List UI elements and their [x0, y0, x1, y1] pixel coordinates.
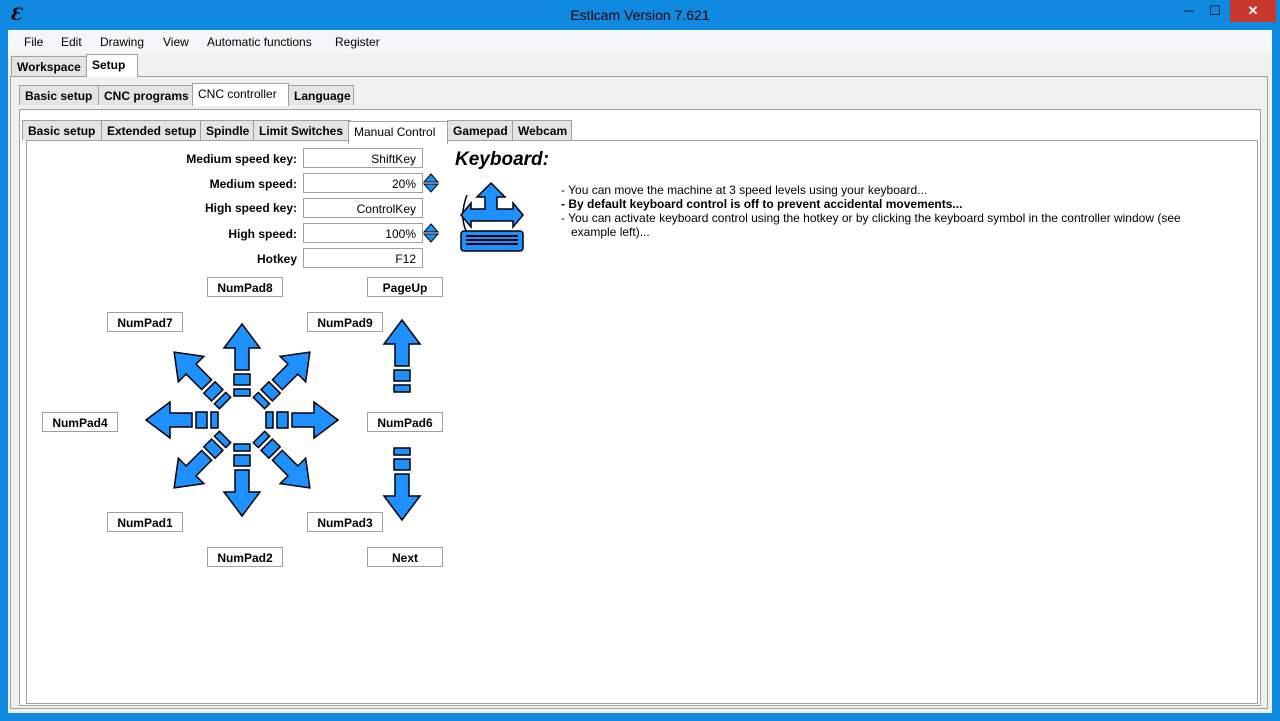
key-pageup[interactable]: PageUp: [367, 277, 443, 297]
key-numpad4[interactable]: NumPad4: [42, 412, 118, 432]
key-numpad8[interactable]: NumPad8: [207, 277, 283, 297]
arrow-z-up-icon[interactable]: [383, 319, 421, 393]
menu-edit[interactable]: Edit: [61, 35, 82, 49]
arrow-up-right-icon[interactable]: [245, 338, 324, 417]
tab-extended-setup[interactable]: Extended setup: [101, 120, 201, 140]
tab-limit-switches[interactable]: Limit Switches: [253, 120, 351, 140]
menu-register[interactable]: Register: [335, 35, 380, 49]
arrow-down-icon[interactable]: [223, 443, 261, 517]
key-numpad6[interactable]: NumPad6: [367, 412, 443, 432]
direction-arrows-diagram: [145, 319, 421, 521]
menu-file[interactable]: File: [24, 35, 43, 49]
tab-manual-control[interactable]: Manual Control: [348, 121, 448, 144]
title-bar[interactable]: Ɛ Estlcam Version 7.621 ─ ☐ ✕: [0, 0, 1280, 30]
tab-cnc-controller[interactable]: CNC controller: [192, 83, 289, 106]
manual-control-panel: Medium speed key: ShiftKey Medium speed:…: [26, 140, 1258, 704]
tab-language[interactable]: Language: [288, 85, 354, 105]
key-next[interactable]: Next: [367, 547, 443, 567]
menu-view[interactable]: View: [163, 35, 189, 49]
keyboard-info-line-2: - By default keyboard control is off to …: [561, 197, 963, 211]
maximize-button[interactable]: ☐: [1202, 0, 1228, 22]
keyboard-info-line-4: example left)...: [571, 225, 650, 239]
tab-gamepad[interactable]: Gamepad: [447, 120, 513, 140]
key-numpad2[interactable]: NumPad2: [207, 547, 283, 567]
key-numpad9[interactable]: NumPad9: [307, 312, 383, 332]
tab-workspace[interactable]: Workspace: [11, 56, 87, 76]
arrow-left-icon[interactable]: [145, 401, 219, 439]
window-title: Estlcam Version 7.621: [570, 7, 710, 23]
tab-setup[interactable]: Setup: [86, 54, 138, 77]
keyboard-info-line-3: - You can activate keyboard control usin…: [561, 211, 1181, 225]
client-area: File Edit Drawing View Automatic functio…: [8, 30, 1272, 713]
cnc-controller-panel: Basic setup Extended setup Spindle Limit…: [19, 109, 1261, 706]
key-numpad1[interactable]: NumPad1: [107, 512, 183, 532]
menu-automatic-functions[interactable]: Automatic functions: [207, 35, 312, 49]
keyboard-info-line-1: - You can move the machine at 3 speed le…: [561, 183, 928, 197]
setup-panel: Basic setup CNC programs CNC controller …: [10, 76, 1268, 709]
tab-webcam[interactable]: Webcam: [512, 120, 572, 140]
tab-cnc-programs[interactable]: CNC programs: [98, 85, 193, 105]
controller-tabstrip: Basic setup Extended setup Spindle Limit…: [20, 118, 620, 144]
close-button[interactable]: ✕: [1230, 0, 1276, 22]
app-window: Ɛ Estlcam Version 7.621 ─ ☐ ✕ File Edit …: [0, 0, 1280, 721]
tab-controller-basic-setup[interactable]: Basic setup: [22, 120, 102, 140]
arrow-z-down-icon[interactable]: [383, 447, 421, 521]
keyboard-heading: Keyboard:: [455, 149, 549, 170]
key-numpad7[interactable]: NumPad7: [107, 312, 183, 332]
arrow-right-icon[interactable]: [265, 401, 339, 439]
tab-basic-setup[interactable]: Basic setup: [19, 85, 99, 105]
minimize-button[interactable]: ─: [1176, 0, 1202, 22]
main-tabstrip: Workspace Setup: [8, 54, 408, 77]
tab-spindle[interactable]: Spindle: [200, 120, 254, 140]
arrow-up-left-icon[interactable]: [160, 338, 239, 417]
arrow-down-left-icon[interactable]: [160, 423, 239, 502]
arrow-down-right-icon[interactable]: [245, 423, 324, 502]
key-numpad3[interactable]: NumPad3: [307, 512, 383, 532]
arrow-up-icon[interactable]: [223, 323, 261, 397]
menu-bar: File Edit Drawing View Automatic functio…: [8, 30, 1272, 54]
setup-tabstrip: Basic setup CNC programs CNC controller …: [17, 83, 617, 106]
keyboard-move-icon[interactable]: [457, 181, 527, 253]
menu-drawing[interactable]: Drawing: [100, 35, 144, 49]
